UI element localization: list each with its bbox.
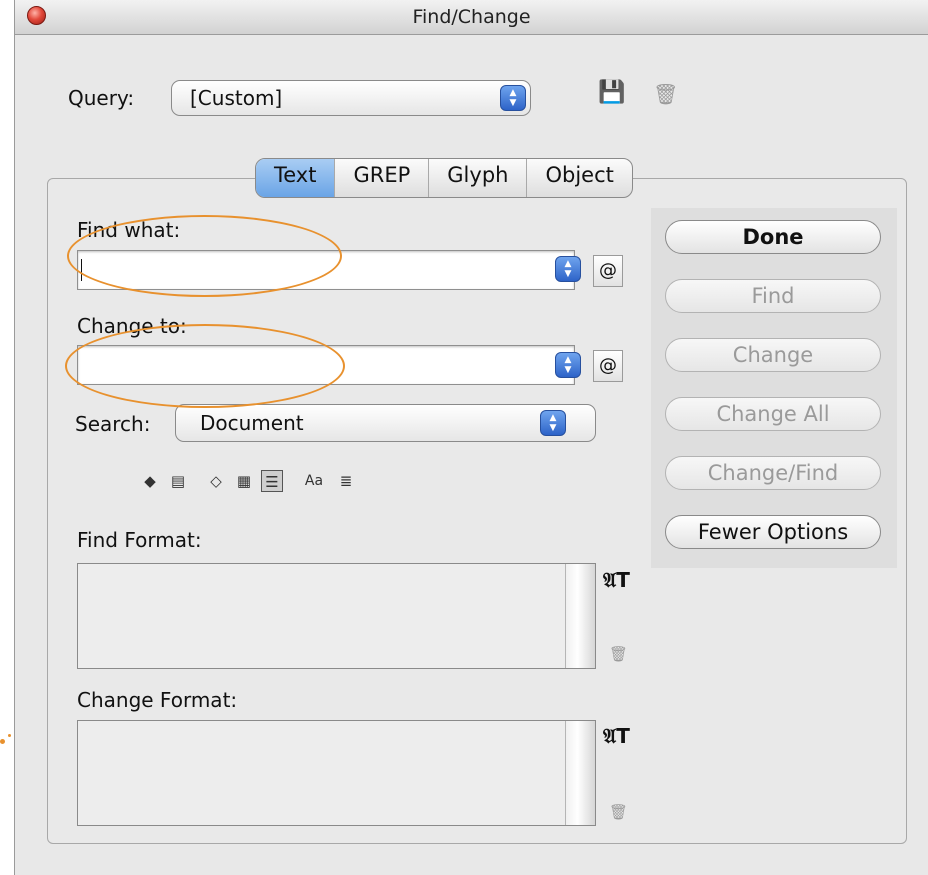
done-button[interactable]: Done (665, 220, 881, 254)
include-hidden-layers-icon[interactable]: ◇ (205, 470, 227, 492)
search-label: Search: (75, 412, 151, 436)
change-special-character-button[interactable]: @ (593, 350, 623, 382)
search-scope-value: Document (200, 411, 304, 435)
tab-object[interactable]: Object (527, 159, 631, 197)
search-options-toolbar: ◆ ▤ ◇ ▦ ☰ Aa ≣ (139, 470, 363, 492)
change-to-history-icon[interactable]: ▲ ▼ (555, 352, 581, 378)
tab-text[interactable]: Text (256, 159, 336, 197)
query-value: [Custom] (190, 86, 283, 110)
query-dropdown-arrows-icon: ▲ ▼ (500, 85, 526, 111)
tab-glyph[interactable]: Glyph (429, 159, 528, 197)
change-specify-format-icon[interactable]: 𝔄T (603, 724, 630, 748)
find-format-scrollbar[interactable] (565, 564, 595, 668)
tab-grep[interactable]: GREP (335, 159, 430, 197)
title-bar[interactable]: Find/Change (15, 0, 928, 35)
change-find-button[interactable]: Change/Find (665, 456, 881, 490)
change-clear-format-icon[interactable]: 🗑 (609, 803, 628, 821)
change-format-box[interactable] (77, 720, 596, 826)
query-dropdown[interactable]: [Custom] ▲ ▼ (171, 80, 531, 116)
fewer-options-button[interactable]: Fewer Options (665, 515, 881, 549)
include-master-pages-icon[interactable]: ▦ (233, 470, 255, 492)
action-buttons: Done Find Change Change All Change/Find … (651, 208, 897, 568)
search-scope-dropdown[interactable]: Document ▲ ▼ (175, 404, 596, 442)
find-what-highlight-ellipse (67, 215, 342, 297)
change-format-label: Change Format: (77, 688, 238, 712)
include-locked-stories-icon[interactable]: ▤ (167, 470, 189, 492)
find-format-label: Find Format: (77, 528, 202, 552)
query-label: Query: (68, 86, 135, 110)
find-special-character-button[interactable]: @ (593, 255, 623, 287)
find-change-window: Find/Change Query: [Custom] ▲ ▼ 💾 🗑 Text … (14, 0, 928, 875)
change-to-highlight-ellipse (65, 324, 345, 408)
annotation-dot (8, 734, 11, 737)
change-button[interactable]: Change (665, 338, 881, 372)
change-format-scrollbar[interactable] (565, 721, 595, 825)
search-dropdown-arrows-icon: ▲ ▼ (540, 410, 566, 436)
save-query-icon[interactable]: 💾 (598, 80, 625, 105)
find-clear-format-icon[interactable]: 🗑 (609, 645, 628, 663)
find-what-history-icon[interactable]: ▲ ▼ (555, 256, 581, 282)
delete-query-icon[interactable]: 🗑 (653, 82, 678, 106)
whole-word-icon[interactable]: ≣ (335, 470, 357, 492)
annotation-dot (0, 739, 5, 744)
find-format-box[interactable] (77, 563, 596, 669)
case-sensitive-icon[interactable]: Aa (299, 470, 329, 492)
find-specify-format-icon[interactable]: 𝔄T (603, 568, 630, 592)
window-title: Find/Change (412, 6, 531, 28)
include-footnotes-icon[interactable]: ☰ (261, 470, 283, 492)
find-button[interactable]: Find (665, 279, 881, 313)
tab-bar: Text GREP Glyph Object (255, 158, 633, 198)
change-all-button[interactable]: Change All (665, 397, 881, 431)
include-locked-layers-icon[interactable]: ◆ (139, 470, 161, 492)
